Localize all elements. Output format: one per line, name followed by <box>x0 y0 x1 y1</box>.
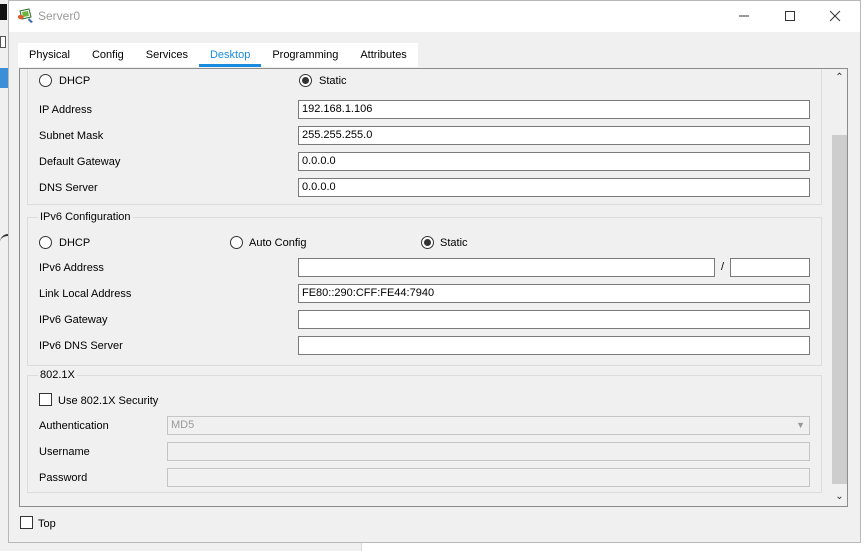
password-label: Password <box>39 472 88 484</box>
top-label: Top <box>38 518 56 530</box>
ipv6-auto-config-label: Auto Config <box>249 237 307 249</box>
password-field[interactable] <box>167 468 810 487</box>
dns-server-field[interactable]: 0.0.0.0 <box>298 178 810 197</box>
background-icon <box>0 4 7 20</box>
ip-address-field[interactable]: 192.168.1.106 <box>298 100 810 119</box>
ipv6-group-title: IPv6 Configuration <box>38 211 133 223</box>
ipv6-dhcp-radio[interactable] <box>39 236 52 249</box>
default-gateway-field[interactable]: 0.0.0.0 <box>298 152 810 171</box>
ip-address-label: IP Address <box>39 104 92 116</box>
ipv6-static-radio[interactable] <box>421 236 434 249</box>
ipv6-dns-server-field[interactable] <box>298 336 810 355</box>
background-workspace <box>361 542 866 551</box>
ipv6-group: IPv6 Configuration DHCP Auto Config Stat… <box>27 211 822 366</box>
ipv6-gateway-label: IPv6 Gateway <box>39 314 108 326</box>
use-8021x-label: Use 802.1X Security <box>58 395 159 407</box>
ipv6-static-label: Static <box>440 237 468 249</box>
authentication-value: MD5 <box>171 419 195 431</box>
server-app-icon <box>17 8 35 24</box>
link-local-address-label: Link Local Address <box>39 288 132 300</box>
ipv4-dhcp-label: DHCP <box>59 75 91 87</box>
tab-physical[interactable]: Physical <box>18 43 81 67</box>
username-label: Username <box>39 446 90 458</box>
window-title: Server0 <box>38 9 81 23</box>
ipv4-static-radio[interactable] <box>299 74 312 87</box>
maximize-icon[interactable] <box>779 5 801 27</box>
ipv6-prefix-field[interactable] <box>730 258 810 277</box>
close-icon[interactable] <box>824 5 846 27</box>
minimize-icon[interactable] <box>733 5 755 27</box>
ipv6-dhcp-label: DHCP <box>59 237 91 249</box>
ipv4-dhcp-radio[interactable] <box>39 74 52 87</box>
use-8021x-checkbox[interactable] <box>39 393 52 406</box>
vertical-scrollbar[interactable]: ⌃ ⌄ <box>831 69 847 506</box>
subnet-mask-field[interactable]: 255.255.255.0 <box>298 126 810 145</box>
ipv6-address-label: IPv6 Address <box>39 262 104 274</box>
scroll-up-icon[interactable]: ⌃ <box>834 72 845 83</box>
top-checkbox[interactable] <box>20 516 33 529</box>
ip-configuration-panel: DHCP Static IP Address 192.168.1.106 Sub… <box>19 68 848 507</box>
chevron-down-icon: ▼ <box>796 420 805 430</box>
background-app-bottom <box>0 542 866 551</box>
tab-attributes[interactable]: Attributes <box>349 43 418 67</box>
username-field[interactable] <box>167 442 810 461</box>
background-toolbar <box>0 68 8 88</box>
dot1x-group-title: 802.1X <box>38 369 77 381</box>
default-gateway-label: Default Gateway <box>39 156 121 168</box>
link-local-address-field[interactable]: FE80::290:CFF:FE44:7940 <box>298 284 810 303</box>
prefix-separator: / <box>721 261 725 273</box>
scroll-down-icon[interactable]: ⌄ <box>834 491 845 502</box>
scrollbar-thumb[interactable] <box>832 135 847 484</box>
ipv6-gateway-field[interactable] <box>298 310 810 329</box>
ipv6-auto-config-radio[interactable] <box>230 236 243 249</box>
tab-services[interactable]: Services <box>134 43 199 67</box>
tab-config[interactable]: Config <box>80 43 135 67</box>
tab-programming[interactable]: Programming <box>261 43 350 67</box>
tab-desktop[interactable]: Desktop <box>198 43 262 67</box>
subnet-mask-label: Subnet Mask <box>39 130 104 142</box>
ipv4-static-label: Static <box>319 75 347 87</box>
authentication-label: Authentication <box>39 420 109 432</box>
dot1x-group: 802.1X Use 802.1X Security Authenticatio… <box>27 369 822 493</box>
background-cable <box>0 234 8 248</box>
ipv6-dns-server-label: IPv6 DNS Server <box>39 340 123 352</box>
title-bar[interactable]: Server0 <box>9 1 860 32</box>
tab-bar: Physical Config Services Desktop Program… <box>18 43 418 67</box>
background-app-strip <box>0 0 8 551</box>
background-icon <box>0 36 6 48</box>
authentication-select[interactable]: MD5 ▼ <box>167 416 810 435</box>
dns-server-label: DNS Server <box>39 182 98 194</box>
ipv6-address-field[interactable] <box>298 258 715 277</box>
ipv4-group: DHCP Static IP Address 192.168.1.106 Sub… <box>27 69 822 205</box>
server-window: Server0 Physical Config Services Desktop… <box>8 0 861 543</box>
